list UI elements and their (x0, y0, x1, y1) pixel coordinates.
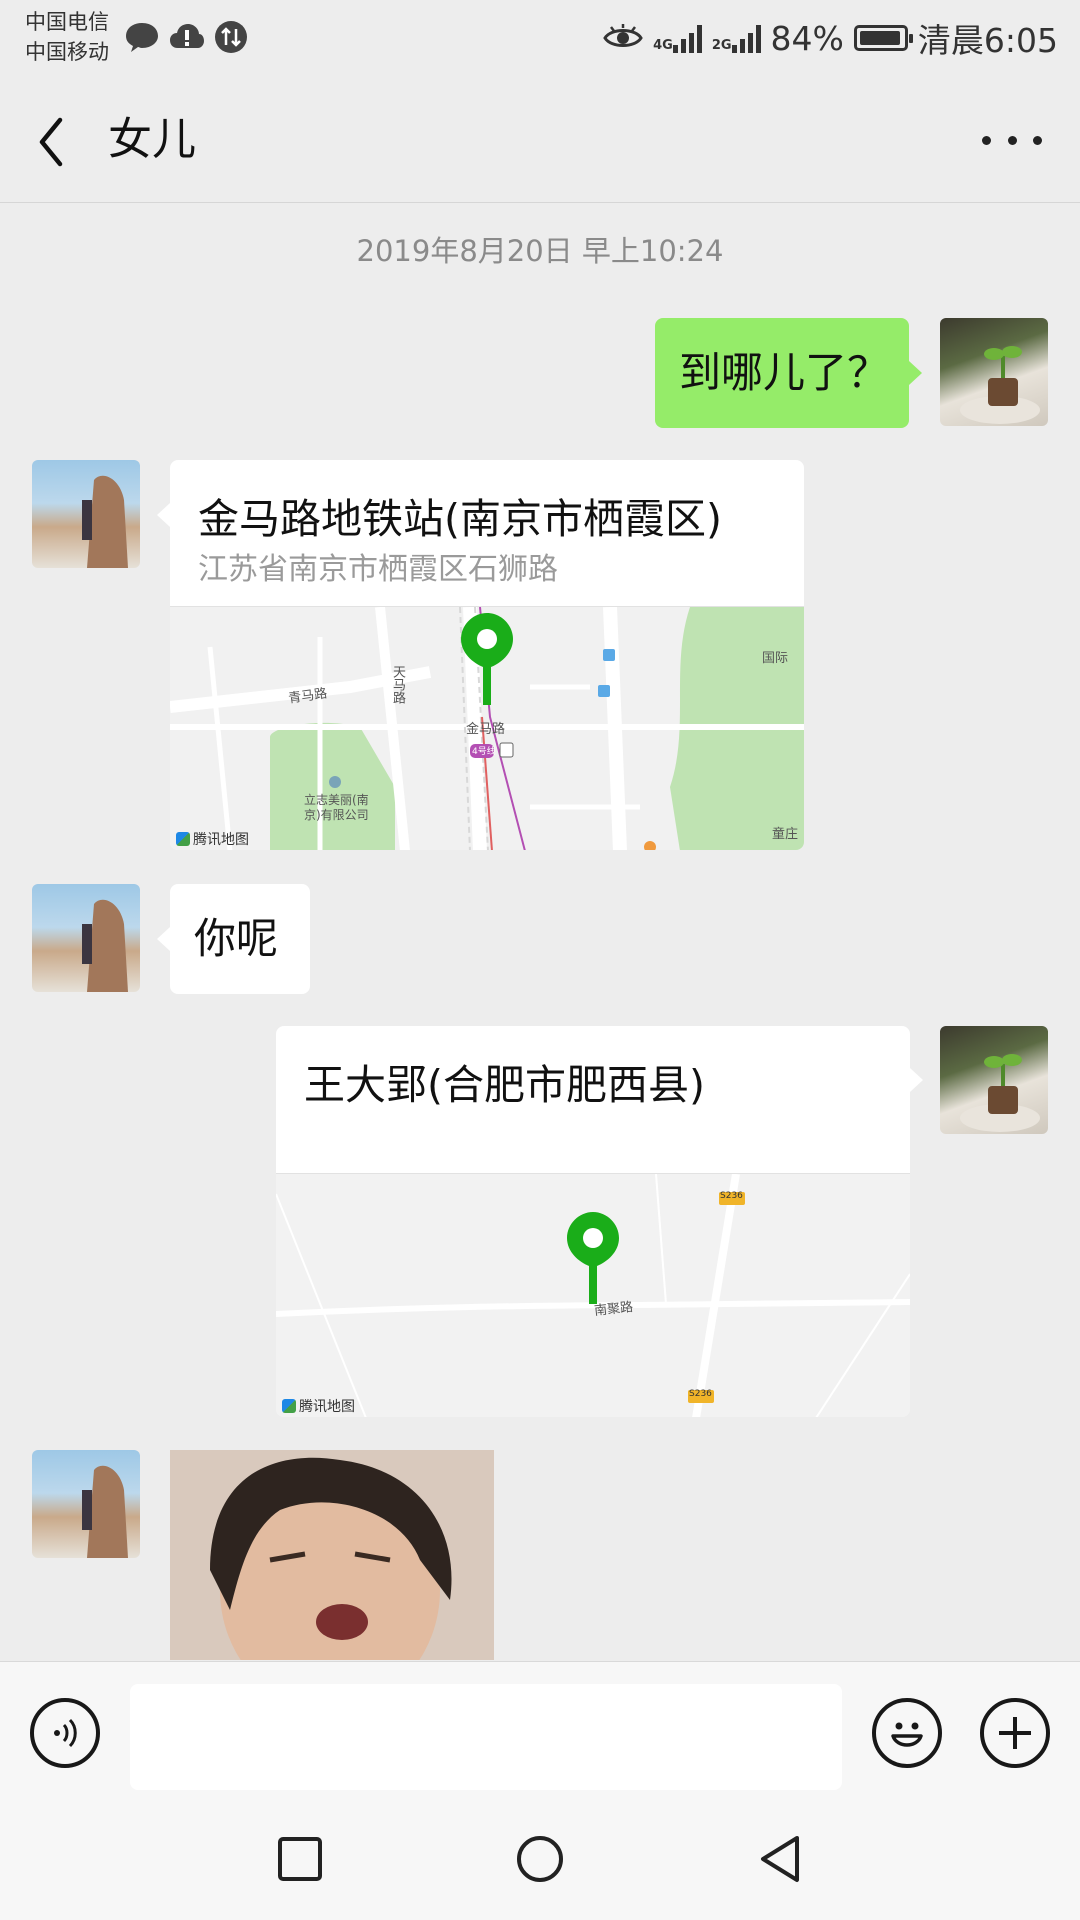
location-card[interactable]: 金马路地铁站(南京市栖霞区) 江苏省南京市栖霞区石狮路 青马路 天马路 金马路 … (170, 460, 804, 850)
tencent-map-logo: 腾讯地图 (282, 1396, 355, 1416)
map-label: 天马路 (390, 665, 405, 704)
self-avatar[interactable] (940, 1026, 1048, 1134)
self-avatar[interactable] (940, 318, 1048, 426)
clock: 清晨6:05 (917, 21, 1058, 60)
voice-icon (54, 1718, 77, 1748)
map-provider-label: 腾讯地图 (299, 1399, 355, 1415)
chat-header: 女儿 (0, 80, 1080, 203)
eye-comfort-icon (603, 24, 643, 47)
signal-1-icon (672, 23, 702, 53)
message-bubble-other[interactable]: 你呢 (170, 884, 310, 994)
emoji-button[interactable] (872, 1698, 942, 1768)
more-dot-icon (982, 135, 991, 145)
contact-avatar[interactable] (32, 460, 140, 568)
bubble-tail (910, 1068, 923, 1092)
more-dot-icon (1033, 135, 1042, 145)
signal-2-icon (731, 23, 761, 53)
chat-title: 女儿 (108, 114, 196, 165)
tencent-map-logo-icon (176, 832, 190, 846)
map-label: 立志美丽(南京)有限公司 (304, 793, 369, 822)
image-message[interactable] (170, 1450, 494, 1660)
voice-button[interactable] (30, 1698, 100, 1768)
location-map[interactable]: S236 南聚路 S236 腾讯地图 (276, 1173, 910, 1417)
more-options-button[interactable] (982, 120, 1042, 160)
more-functions-button[interactable] (980, 1698, 1050, 1768)
map-label: 国际 (762, 651, 789, 666)
map-label: S236 (689, 1389, 712, 1399)
battery-percent: 84% (770, 18, 844, 58)
cloud-alert-icon (170, 24, 204, 48)
tencent-map-logo: 腾讯地图 (176, 829, 249, 849)
battery-icon (853, 25, 913, 51)
home-circle-icon[interactable] (515, 1834, 565, 1884)
carrier-2: 中国移动 (25, 40, 109, 64)
back-triangle-icon[interactable] (755, 1834, 805, 1884)
tencent-map-logo-icon (282, 1399, 296, 1413)
location-card[interactable]: 王大郢(合肥市肥西县) S236 南聚路 S236 腾讯地图 (276, 1026, 910, 1417)
smiley-icon (891, 1722, 923, 1747)
system-nav-bar (0, 1796, 1080, 1920)
location-name: 金马路地铁站(南京市栖霞区) (198, 495, 722, 543)
chat-notification-icon (126, 23, 158, 52)
map-label: S236 (720, 1191, 743, 1201)
map-tiles (276, 1174, 910, 1417)
status-bar: 中国电信 中国移动 4G 2G 84% 清晨6:05 (0, 0, 1080, 80)
message-bubble-self[interactable]: 到哪儿了？ (655, 318, 909, 428)
plant-avatar-icon (960, 346, 1040, 424)
map-label: 童庄 (772, 827, 799, 842)
contact-avatar[interactable] (32, 1450, 140, 1558)
plus-icon (999, 1717, 1031, 1749)
location-address: 江苏省南京市栖霞区石狮路 (198, 552, 558, 587)
plant-avatar-icon (960, 1054, 1040, 1132)
data-transfer-icon (215, 21, 247, 53)
message-timestamp: 2019年8月20日 早上10:24 (356, 234, 724, 268)
bubble-tail (157, 503, 170, 527)
contact-avatar[interactable] (32, 884, 140, 992)
beach-photo-avatar-icon (82, 899, 128, 992)
map-label: 4号线 (472, 747, 496, 757)
network-type-2: 2G (711, 38, 732, 53)
child-photo (170, 1450, 494, 1660)
bubble-tail (157, 927, 170, 951)
map-label: 南聚路 (593, 1299, 634, 1319)
recents-square-icon[interactable] (275, 1834, 325, 1884)
network-type-1: 4G (653, 38, 673, 53)
back-arrow-icon[interactable] (30, 112, 78, 172)
bubble-tail (909, 361, 922, 385)
beach-photo-avatar-icon (82, 475, 128, 568)
message-text: 到哪儿了？ (679, 348, 890, 397)
input-bar (0, 1661, 1080, 1797)
location-name: 王大郢(合肥市肥西县) (304, 1061, 705, 1109)
location-map[interactable]: 青马路 天马路 金马路 立志美丽(南京)有限公司 国际 童庄 4号线 腾讯地图 (170, 606, 804, 850)
map-provider-label: 腾讯地图 (193, 832, 249, 848)
carrier-1: 中国电信 (25, 10, 109, 34)
message-input[interactable] (130, 1684, 842, 1790)
message-text: 你呢 (194, 914, 279, 963)
map-label: 金马路 (466, 722, 506, 737)
beach-photo-avatar-icon (82, 1465, 128, 1558)
more-dot-icon (1007, 135, 1017, 145)
